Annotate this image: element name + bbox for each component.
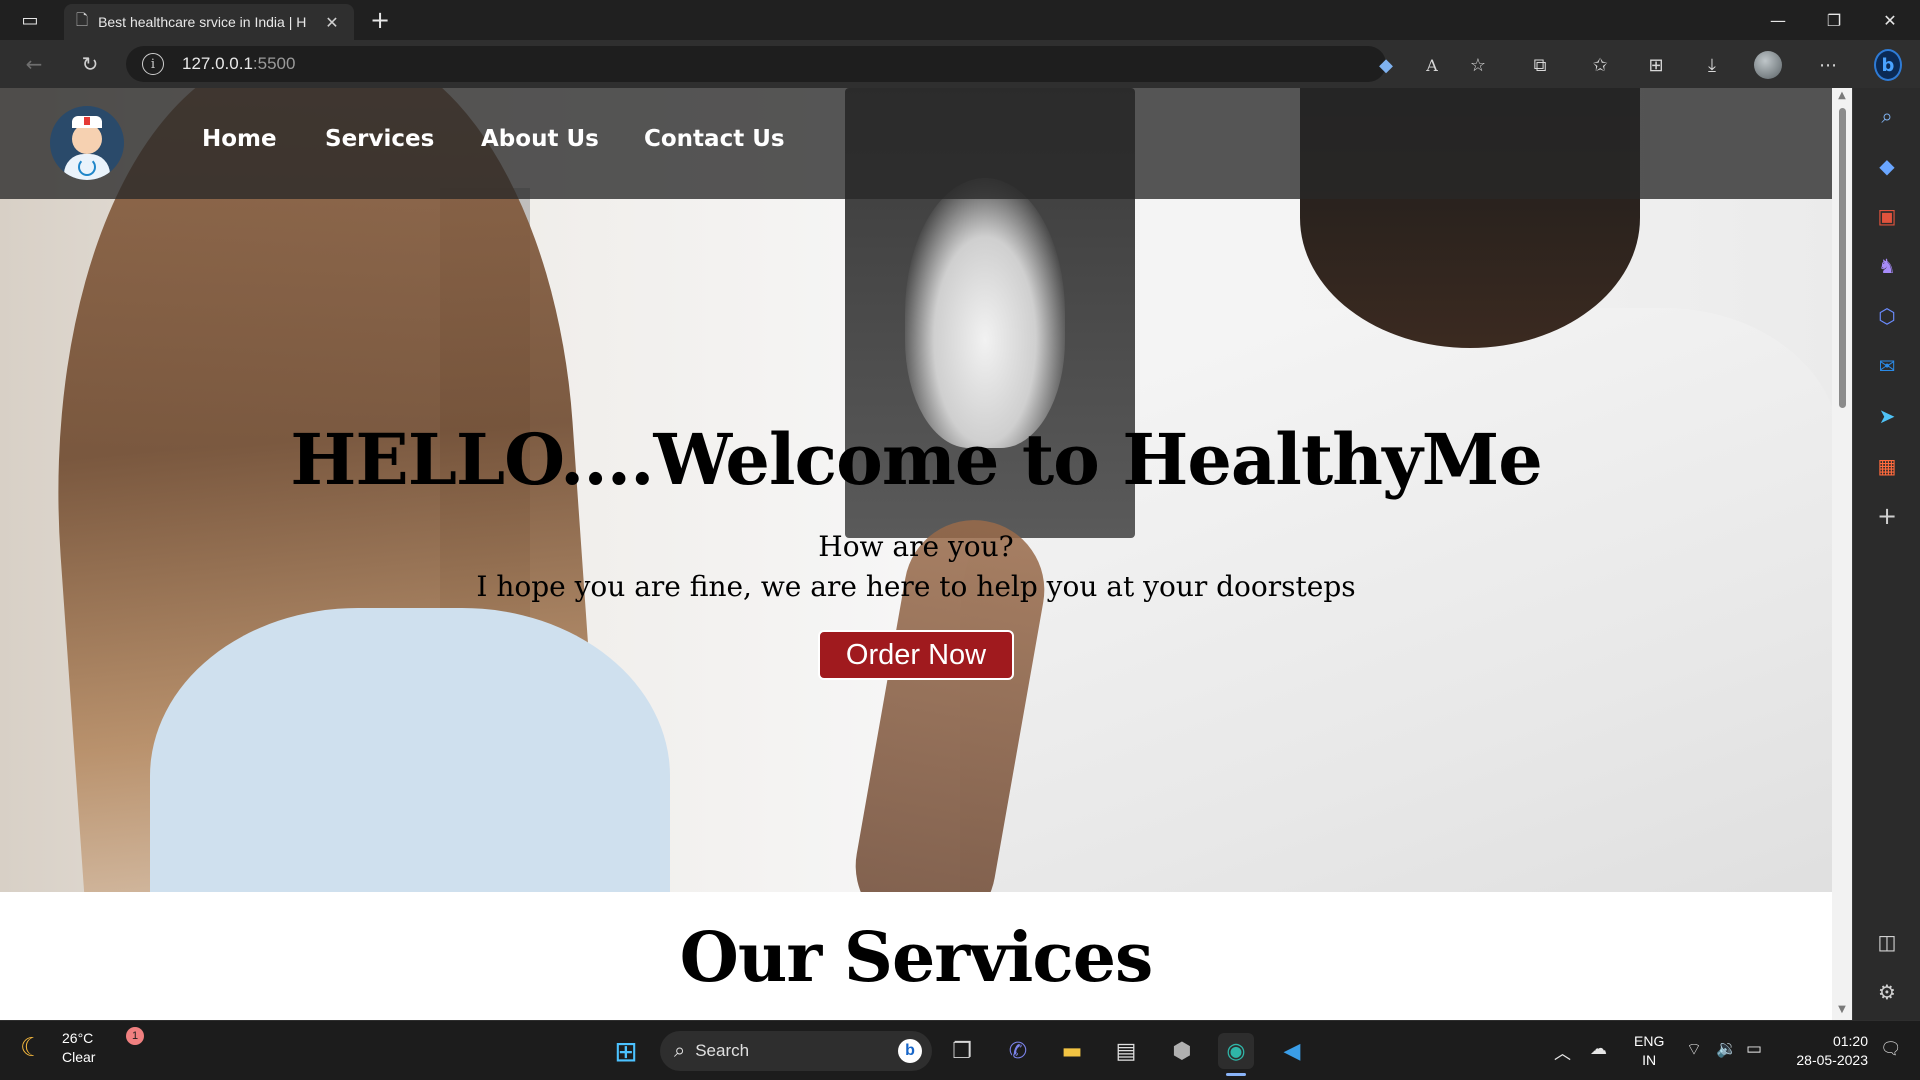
hero-section: Home Services About Us Contact Us HELLO.…	[0, 88, 1832, 892]
weather-condition: Clear	[62, 1049, 96, 1065]
site-navbar: Home Services About Us Contact Us	[0, 88, 1832, 199]
profile-avatar[interactable]	[1754, 51, 1782, 79]
add-sidebar-app-icon[interactable]: +	[1873, 502, 1901, 530]
system-clock[interactable]: 01:20 28-05-2023	[1784, 1032, 1868, 1070]
order-now-button[interactable]: Order Now	[818, 630, 1014, 680]
coupon-tag-icon[interactable]: ◆	[1372, 52, 1400, 78]
taskbar-search[interactable]: ⌕ Search b	[660, 1031, 932, 1071]
edge-browser-icon[interactable]: ◉	[1218, 1033, 1254, 1069]
drop-icon[interactable]: ➤	[1873, 402, 1901, 430]
window-close-icon[interactable]: ✕	[1862, 0, 1918, 40]
nurse-logo-icon[interactable]	[50, 106, 124, 180]
search-label: Search	[695, 1041, 750, 1060]
shopping-tag-icon[interactable]: ◆	[1873, 152, 1901, 180]
address-bar[interactable]: i 127.0.0.1:5500	[126, 46, 1386, 82]
sidebar-settings-icon[interactable]: ⚙	[1873, 978, 1901, 1006]
windows-start-icon[interactable]: ⊞	[608, 1033, 644, 1069]
tab-close-icon[interactable]: ✕	[322, 13, 342, 32]
file-explorer-icon[interactable]: ▬	[1054, 1033, 1090, 1069]
hero-title: HELLO....Welcome to HealthyMe	[290, 418, 1543, 501]
weather-temperature: 26°C	[62, 1030, 94, 1046]
back-icon[interactable]: ←	[18, 50, 50, 78]
url-text[interactable]: 127.0.0.1:5500	[182, 54, 295, 74]
teams-chat-icon[interactable]: ✆	[1000, 1033, 1036, 1069]
page-viewport: Home Services About Us Contact Us HELLO.…	[0, 88, 1832, 1020]
microsoft-store-icon[interactable]: ▤	[1108, 1033, 1144, 1069]
collections-icon[interactable]: ⊞	[1642, 52, 1670, 78]
favorites-icon[interactable]: ✩	[1586, 52, 1614, 78]
notifications-icon[interactable]: 🗨	[1880, 1039, 1902, 1059]
scroll-up-icon[interactable]: ▲	[1835, 90, 1849, 104]
nav-services[interactable]: Services	[325, 126, 434, 152]
downloads-icon[interactable]: ⤓	[1698, 52, 1726, 78]
tab-title: Best healthcare srvice in India | H	[98, 14, 307, 30]
moon-icon: ☾	[20, 1033, 44, 1063]
new-tab-icon[interactable]: +	[366, 6, 394, 34]
scroll-down-icon[interactable]: ▼	[1835, 1004, 1849, 1018]
sidebar-search-icon[interactable]: ⌕	[1873, 102, 1901, 130]
app-icon[interactable]: ▦	[1873, 452, 1901, 480]
page-icon: 🗋	[76, 10, 89, 29]
task-view-icon[interactable]: ❐	[944, 1033, 980, 1069]
app-hexagon-icon[interactable]: ⬢	[1164, 1033, 1200, 1069]
battery-icon[interactable]: ▭	[1746, 1039, 1762, 1059]
bing-copilot-icon[interactable]: b	[1874, 49, 1902, 81]
windows-taskbar: ☾ 26°C Clear 1 ⊞ ⌕ Search b ❐ ✆ ▬ ▤ ⬢ ◉ …	[0, 1020, 1920, 1080]
microsoft-365-icon[interactable]: ⬡	[1873, 302, 1901, 330]
edge-sidebar: ⌕ ◆ ▣ ♞ ⬡ ✉ ➤ ▦ + ◫ ⚙	[1852, 88, 1920, 1020]
add-favorite-icon[interactable]: ☆	[1464, 52, 1492, 78]
nav-home[interactable]: Home	[202, 126, 277, 152]
minimize-icon[interactable]: —	[1750, 0, 1806, 40]
hero-tagline: I hope you are fine, we are here to help…	[476, 570, 1356, 603]
nav-contact-us[interactable]: Contact Us	[644, 126, 785, 152]
weather-widget[interactable]: ☾ 26°C Clear	[20, 1029, 95, 1067]
browser-toolbar: ← ↻ i 127.0.0.1:5500 ◆ A ☆ ⧉ ✩ ⊞ ⤓ ⋯ b	[0, 40, 1920, 88]
wifi-icon[interactable]: ⌔	[1686, 1039, 1702, 1060]
browser-titlebar: ▭ 🗋 Best healthcare srvice in India | H …	[0, 0, 1920, 40]
info-icon[interactable]: i	[142, 53, 164, 75]
show-hidden-icons-icon[interactable]: ︿	[1554, 1039, 1571, 1064]
volume-icon[interactable]: 🔉	[1716, 1039, 1737, 1059]
notification-badge: 1	[126, 1027, 144, 1045]
bing-icon: b	[898, 1039, 922, 1063]
extensions-icon[interactable]: ⧉	[1526, 52, 1554, 78]
more-options-icon[interactable]: ⋯	[1814, 52, 1842, 78]
services-heading: Our Services	[679, 918, 1154, 998]
hero-subtitle: How are you?	[818, 530, 1014, 563]
nav-about-us[interactable]: About Us	[481, 126, 599, 152]
active-app-indicator	[1226, 1073, 1246, 1076]
browser-tab[interactable]: 🗋 Best healthcare srvice in India | H ✕	[64, 4, 354, 40]
language-indicator[interactable]: ENG IN	[1634, 1032, 1664, 1070]
maximize-icon[interactable]: ❐	[1806, 0, 1862, 40]
read-aloud-icon[interactable]: A	[1418, 52, 1446, 78]
tools-icon[interactable]: ▣	[1873, 202, 1901, 230]
vscode-icon[interactable]: ◀	[1274, 1033, 1310, 1069]
games-icon[interactable]: ♞	[1873, 252, 1901, 280]
sidebar-toggle-icon[interactable]: ▭	[16, 8, 44, 32]
outlook-icon[interactable]: ✉	[1873, 352, 1901, 380]
onedrive-icon[interactable]: ☁	[1590, 1039, 1607, 1059]
hide-sidebar-icon[interactable]: ◫	[1873, 928, 1901, 956]
scroll-thumb[interactable]	[1839, 108, 1846, 408]
refresh-icon[interactable]: ↻	[74, 50, 106, 78]
search-icon: ⌕	[674, 1039, 686, 1062]
page-scrollbar[interactable]: ▲ ▼	[1832, 88, 1852, 1020]
